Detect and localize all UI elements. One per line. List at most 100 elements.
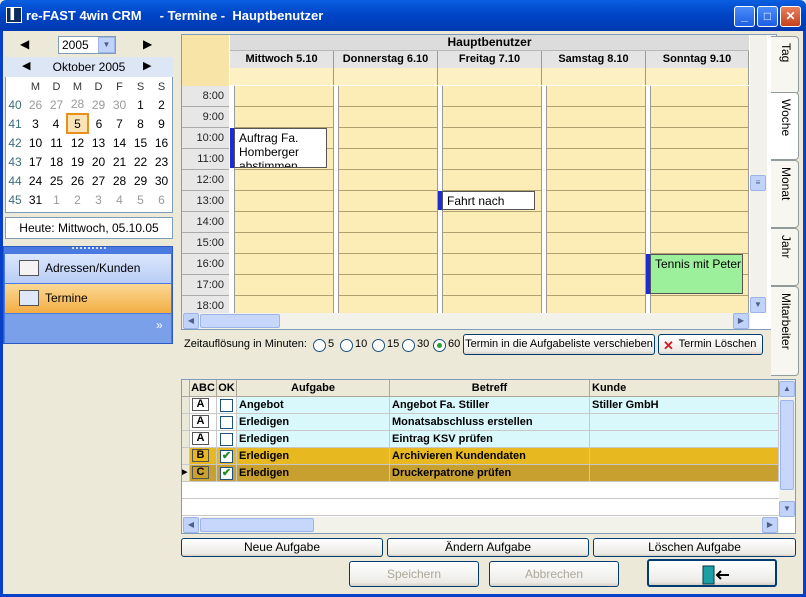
scroll-left-icon[interactable]: ◀: [183, 313, 199, 329]
all-day-slot[interactable]: [230, 68, 334, 85]
calendar-day[interactable]: 2: [151, 95, 172, 114]
time-slot[interactable]: [443, 107, 541, 128]
time-slot[interactable]: [235, 170, 333, 191]
calendar-day[interactable]: 1: [130, 95, 151, 114]
ok-checkbox[interactable]: [220, 399, 233, 412]
scroll-left-icon[interactable]: ◀: [183, 517, 199, 533]
calendar-day[interactable]: 24: [25, 171, 46, 190]
time-slot[interactable]: [443, 149, 541, 170]
time-slot[interactable]: [235, 254, 333, 275]
day-header[interactable]: Freitag 7.10: [438, 51, 542, 68]
scheduler-vertical-scrollbar[interactable]: [750, 35, 767, 313]
year-prev-arrow-icon[interactable]: ◀: [20, 37, 29, 51]
time-slot[interactable]: [443, 128, 541, 149]
scrollbar-thumb[interactable]: [200, 314, 280, 328]
calendar-day[interactable]: 17: [25, 152, 46, 171]
time-slot[interactable]: [547, 254, 645, 275]
delete-appointment-button[interactable]: ✕ Termin Löschen: [658, 334, 763, 355]
calendar-day[interactable]: 4: [46, 114, 67, 133]
calendar-day-today[interactable]: 5: [66, 113, 89, 134]
scroll-right-icon[interactable]: ▶: [762, 517, 778, 533]
task-row[interactable]: A Erledigen Eintrag KSV prüfen: [182, 431, 779, 448]
time-slot[interactable]: [651, 86, 748, 107]
calendar-day[interactable]: 4: [109, 190, 130, 209]
time-slot[interactable]: [651, 170, 748, 191]
calendar-day[interactable]: 6: [151, 190, 172, 209]
calendar-day[interactable]: 27: [46, 95, 67, 114]
calendar-day[interactable]: 31: [25, 190, 46, 209]
calendar-day[interactable]: 22: [130, 152, 151, 171]
nav-more-area[interactable]: [5, 314, 171, 343]
calendar-day[interactable]: 3: [88, 190, 109, 209]
time-slot[interactable]: [235, 86, 333, 107]
tab-mitarbeiter[interactable]: Mitarbeiter: [771, 286, 799, 376]
month-next-arrow-icon[interactable]: ▶: [143, 59, 151, 72]
calendar-day[interactable]: 29: [88, 95, 109, 114]
task-row[interactable]: ▶ C ✔ Erledigen Druckerpatrone prüfen: [182, 465, 779, 482]
delete-task-button[interactable]: Löschen Aufgabe: [593, 538, 796, 557]
calendar-day[interactable]: 8: [130, 114, 151, 133]
appointment[interactable]: Fahrt nach: [442, 191, 535, 210]
calendar-day[interactable]: 9: [151, 114, 172, 133]
tab-monat[interactable]: Monat: [771, 160, 799, 228]
time-slot[interactable]: [443, 275, 541, 296]
resolution-radio-5[interactable]: [313, 339, 326, 352]
column-header-kunde[interactable]: Kunde: [590, 380, 779, 397]
time-slot[interactable]: [339, 254, 437, 275]
time-slot[interactable]: [339, 149, 437, 170]
all-day-slot[interactable]: [334, 68, 438, 85]
cancel-button[interactable]: Abbrechen: [489, 561, 619, 587]
time-slot[interactable]: [443, 233, 541, 254]
day-header[interactable]: Sonntag 9.10: [646, 51, 749, 68]
calendar-day[interactable]: 25: [46, 171, 67, 190]
chevron-down-icon[interactable]: ▼: [98, 37, 115, 53]
day-header[interactable]: Samstag 8.10: [542, 51, 646, 68]
time-slot[interactable]: [339, 275, 437, 296]
resolution-radio-15[interactable]: [372, 339, 385, 352]
time-slot[interactable]: [547, 86, 645, 107]
panel-grip-handle[interactable]: [72, 247, 106, 250]
calendar-day[interactable]: 29: [130, 171, 151, 190]
time-slot[interactable]: [547, 233, 645, 254]
calendar-day[interactable]: 30: [151, 171, 172, 190]
task-row[interactable]: A Erledigen Monatsabschluss erstellen: [182, 414, 779, 431]
column-header-aufgabe[interactable]: Aufgabe: [237, 380, 390, 397]
time-slot[interactable]: [651, 212, 748, 233]
title-bar[interactable]: ▌ re-FAST 4win CRM - Termine - Hauptbenu…: [0, 0, 806, 31]
time-slot[interactable]: [339, 107, 437, 128]
scrollbar-thumb[interactable]: [200, 518, 314, 532]
ok-checkbox[interactable]: [220, 416, 233, 429]
time-slot[interactable]: [235, 212, 333, 233]
time-slot[interactable]: [235, 107, 333, 128]
calendar-day[interactable]: 3: [25, 114, 46, 133]
calendar-day[interactable]: 16: [151, 133, 172, 152]
calendar-day[interactable]: 19: [67, 152, 88, 171]
time-slot[interactable]: [651, 128, 748, 149]
calendar-day[interactable]: 15: [130, 133, 151, 152]
calendar-day[interactable]: 18: [46, 152, 67, 171]
all-day-slot[interactable]: [542, 68, 646, 85]
calendar-day[interactable]: 20: [88, 152, 109, 171]
calendar-day[interactable]: 12: [67, 133, 88, 152]
time-slot[interactable]: [339, 170, 437, 191]
time-slot[interactable]: [651, 149, 748, 170]
tab-tag[interactable]: Tag: [771, 36, 799, 94]
resolution-radio-60[interactable]: [433, 339, 446, 352]
calendar-day[interactable]: 21: [109, 152, 130, 171]
chevron-double-down-icon[interactable]: »: [156, 318, 163, 332]
calendar-day[interactable]: 2: [67, 190, 88, 209]
time-slot[interactable]: [547, 212, 645, 233]
column-header-betreff[interactable]: Betreff: [390, 380, 590, 397]
time-slot[interactable]: [547, 128, 645, 149]
time-slot[interactable]: [235, 233, 333, 254]
time-slot[interactable]: [547, 191, 645, 212]
time-slot[interactable]: [547, 107, 645, 128]
change-task-button[interactable]: Ändern Aufgabe: [387, 538, 589, 557]
exit-button[interactable]: [647, 559, 777, 587]
month-prev-arrow-icon[interactable]: ◀: [22, 59, 30, 72]
tab-woche[interactable]: Woche: [771, 92, 799, 160]
ok-checkbox[interactable]: [220, 433, 233, 446]
time-slot[interactable]: [547, 149, 645, 170]
calendar-day[interactable]: 7: [109, 114, 130, 133]
calendar-day[interactable]: 14: [109, 133, 130, 152]
